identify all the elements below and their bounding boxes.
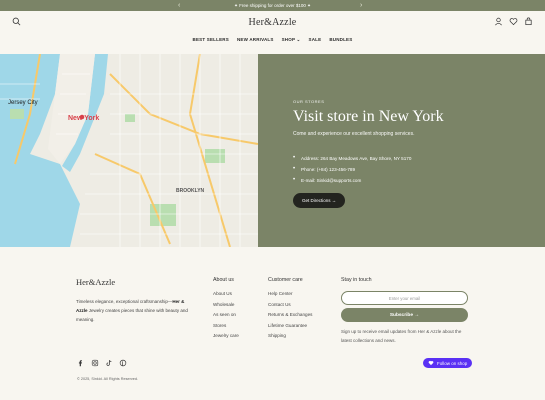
store-subtitle: Come and experience our excellent shoppi…	[293, 131, 415, 137]
link-lifetime-guarantee[interactable]: Lifetime Guarantee	[268, 323, 312, 328]
map-label-jersey: Jersey City	[8, 100, 38, 106]
park-3	[125, 114, 135, 122]
nav-shop[interactable]: SHOP ⌄	[282, 37, 301, 43]
link-shipping[interactable]: Shipping	[268, 333, 312, 338]
heart-icon	[428, 361, 434, 366]
newsletter-note: Sign up to receive email updates from He…	[341, 329, 462, 343]
social-links	[77, 359, 127, 367]
store-phone: Phone: (+84) 123-456-789	[293, 166, 545, 172]
nav-sale[interactable]: SALE	[309, 37, 322, 42]
park-2	[205, 149, 225, 163]
nav-bundles[interactable]: BUNDLES	[329, 37, 352, 42]
account-icon[interactable]	[494, 17, 503, 28]
nav-best-sellers[interactable]: BEST SELLERS	[193, 37, 229, 42]
wishlist-icon[interactable]	[509, 17, 518, 28]
link-contact-us[interactable]: Contact Us	[268, 302, 312, 307]
instagram-icon[interactable]	[91, 359, 99, 367]
link-jewelry-care[interactable]: Jewelry care	[213, 333, 239, 338]
map-label-brooklyn: BROOKLYN	[176, 188, 205, 194]
footer-care-column: Customer care Help Center Contact Us Ret…	[268, 277, 312, 344]
footer-about-column: About us About Us Wholesale As seen on S…	[213, 277, 239, 344]
footer-description: Timeless elegance, exceptional craftsman…	[76, 299, 188, 322]
store-eyebrow: OUR STORES	[293, 99, 325, 104]
footer-brand: Her&Azzle Timeless elegance, exceptional…	[76, 277, 196, 324]
link-help-center[interactable]: Help Center	[268, 291, 312, 296]
about-heading: About us	[213, 277, 234, 283]
email-input[interactable]: Enter your email	[341, 291, 468, 305]
store-section: Jersey City New York BROOKLYN OUR STORES…	[0, 54, 545, 247]
care-heading: Customer care	[268, 277, 303, 283]
main-nav: BEST SELLERS NEW ARRIVALS SHOP ⌄ SALE BU…	[0, 33, 545, 46]
footer-logo[interactable]: Her&Azzle	[76, 277, 196, 287]
link-about-us[interactable]: About Us	[213, 291, 239, 296]
footer-newsletter: Stay in touch Enter your email Subscribe…	[341, 277, 471, 345]
link-as-seen-on[interactable]: As seen on	[213, 312, 239, 317]
get-directions-button[interactable]: Get Directions →	[293, 193, 346, 208]
cart-icon[interactable]	[524, 17, 533, 28]
store-address: Address: 264 Bay Meadows Ave, Bay Shore,…	[293, 155, 545, 161]
announcement-next-button[interactable]: ›	[360, 0, 362, 11]
store-details: Address: 264 Bay Meadows Ave, Bay Shore,…	[293, 155, 545, 183]
nav-new-arrivals[interactable]: NEW ARRIVALS	[237, 37, 274, 42]
newsletter-heading: Stay in touch	[341, 277, 372, 283]
site-footer: Her&Azzle Timeless elegance, exceptional…	[0, 247, 545, 400]
copyright: © 2025, Sinkid. All Rights Reserved.	[77, 377, 139, 381]
store-map[interactable]: Jersey City New York BROOKLYN	[0, 54, 258, 247]
store-email: E-mail: Sinkid@supports.com	[293, 177, 545, 183]
announcement-bar: ‹ ✦ Free shipping for order over $100 ✦ …	[0, 0, 545, 11]
link-stores[interactable]: Stores	[213, 323, 239, 328]
store-info: OUR STORES Visit store in New York Come …	[258, 54, 545, 247]
map-graphic: Jersey City New York BROOKLYN	[0, 54, 258, 247]
announcement-text: ✦ Free shipping for order over $100 ✦	[234, 2, 311, 8]
subscribe-button[interactable]: Subscribe →	[341, 308, 468, 322]
follow-on-shop-label: Follow on shop	[437, 360, 468, 366]
facebook-icon[interactable]	[77, 359, 85, 367]
site-logo[interactable]: Her&Azzle	[249, 17, 297, 28]
map-label-ny: New York	[68, 115, 99, 122]
announcement-prev-button[interactable]: ‹	[178, 0, 180, 11]
site-header: Her&Azzle	[0, 11, 545, 33]
link-wholesale[interactable]: Wholesale	[213, 302, 239, 307]
tiktok-icon[interactable]	[105, 359, 113, 367]
follow-on-shop-button[interactable]: Follow on shop	[423, 358, 473, 368]
park-1	[10, 109, 24, 119]
store-title: Visit store in New York	[293, 108, 444, 125]
link-returns[interactable]: Returns & Exchanges	[268, 312, 312, 317]
pinterest-icon[interactable]	[119, 359, 127, 367]
search-icon[interactable]	[12, 17, 21, 28]
